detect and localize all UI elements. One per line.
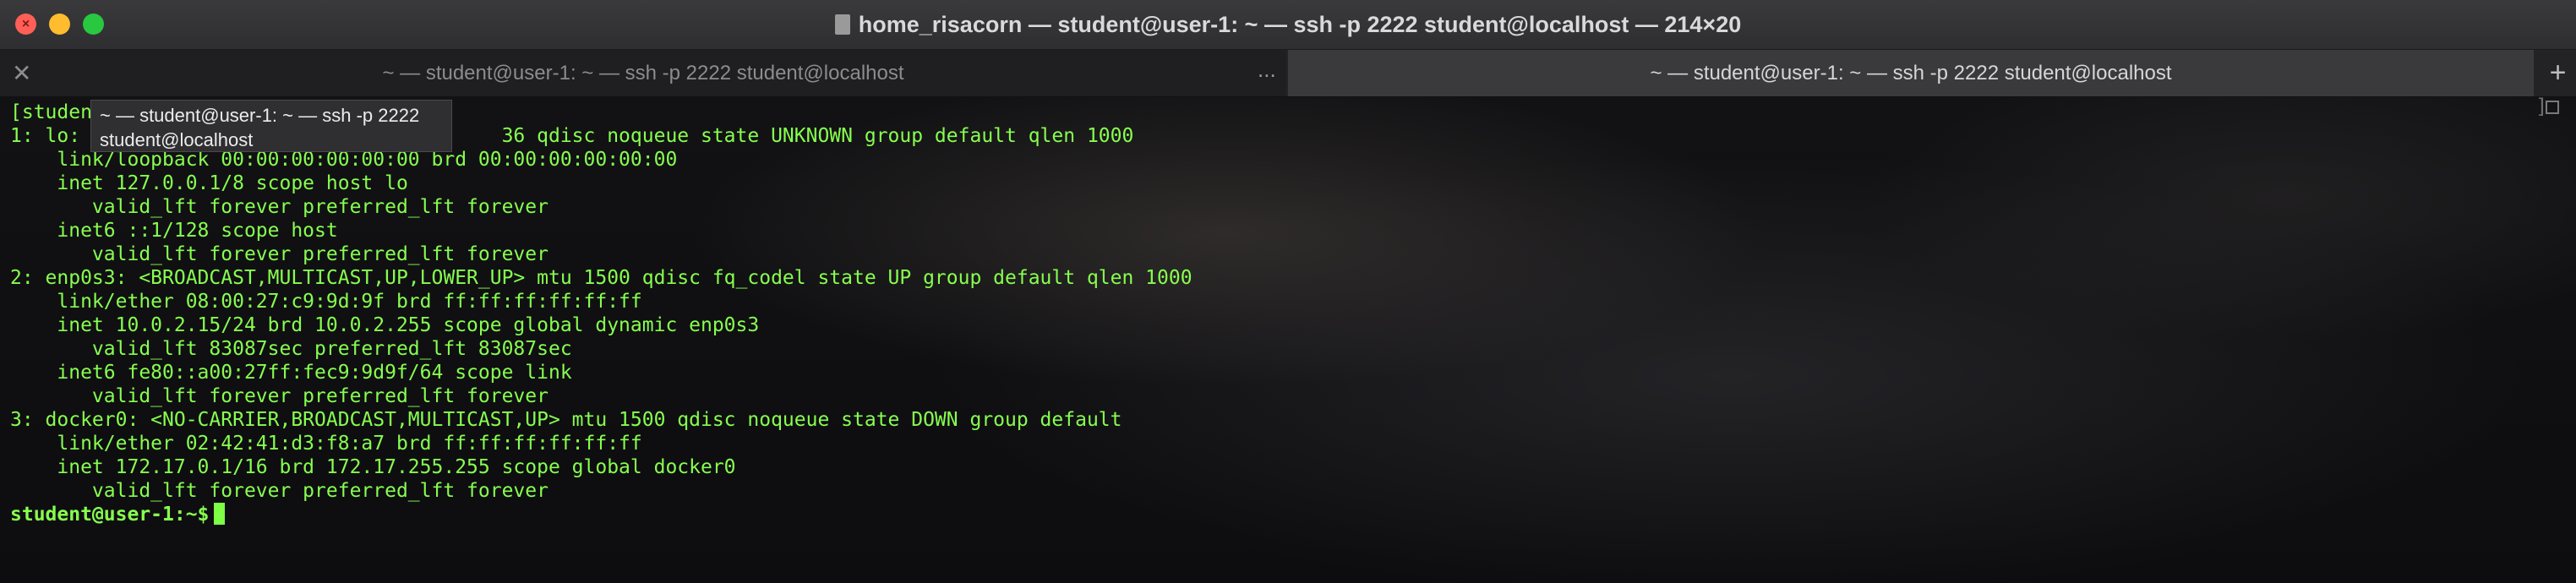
terminal-line: valid_lft forever preferred_lft forever [10, 480, 548, 502]
shell-prompt: student@user-1:~$ [10, 504, 210, 526]
tab-overflow-icon[interactable]: ... [1258, 46, 1276, 93]
tab-label: ~ — student@user-1: ~ — ssh -p 2222 stud… [1650, 62, 2172, 84]
tab-2[interactable]: ~ — student@user-1: ~ — ssh -p 2222 stud… [1288, 50, 2534, 96]
terminal-line: 3: docker0: <NO-CARRIER,BROADCAST,MULTIC… [10, 409, 1122, 431]
tab-label: ~ — student@user-1: ~ — ssh -p 2222 stud… [382, 62, 904, 84]
terminal-line: valid_lft forever preferred_lft forever [10, 196, 548, 218]
title-bar: × home_risacorn — student@user-1: ~ — ss… [0, 0, 2576, 50]
terminal-line: link/ether 08:00:27:c9:9d:9f brd ff:ff:f… [10, 291, 642, 313]
terminal-line: inet 127.0.0.1/8 scope host lo [10, 172, 408, 194]
terminal-text: [student 1: lo: 36 qdisc noqueue state U… [10, 101, 1192, 526]
tab-tooltip: ~ — student@user-1: ~ — ssh -p 2222 stud… [90, 100, 452, 152]
tab-bar: ✕ ~ — student@user-1: ~ — ssh -p 2222 st… [0, 50, 2576, 97]
document-icon [834, 14, 850, 35]
text-cursor [214, 503, 226, 525]
terminal-line: inet6 ::1/128 scope host [10, 220, 338, 242]
tab-1[interactable]: ✕ ~ — student@user-1: ~ — ssh -p 2222 st… [0, 50, 1286, 96]
add-tab-icon[interactable]: + [2540, 50, 2576, 96]
tab-close-icon[interactable]: ✕ [12, 50, 31, 96]
terminal-line: 2: enp0s3: <BROADCAST,MULTICAST,UP,LOWER… [10, 267, 1192, 289]
tooltip-line-1: ~ — student@user-1: ~ — ssh -p 2222 [100, 105, 420, 126]
terminal-line: inet 10.0.2.15/24 brd 10.0.2.255 scope g… [10, 314, 760, 336]
window-title: home_risacorn — student@user-1: ~ — ssh … [0, 0, 2576, 49]
terminal-line: inet 172.17.0.1/16 brd 172.17.255.255 sc… [10, 456, 736, 478]
terminal-output[interactable]: [student 1: lo: 36 qdisc noqueue state U… [0, 97, 2576, 583]
scroll-marker-icon[interactable] [2546, 101, 2559, 114]
tooltip-line-2: student@localhost [100, 129, 254, 150]
terminal-line: inet6 fe80::a00:27ff:fec9:9d9f/64 scope … [10, 362, 572, 384]
terminal-line: valid_lft 83087sec preferred_lft 83087se… [10, 338, 572, 360]
window-title-text: home_risacorn — student@user-1: ~ — ssh … [858, 12, 1742, 37]
terminal-line: valid_lft forever preferred_lft forever [10, 243, 548, 265]
terminal-line: link/ether 02:42:41:d3:f8:a7 brd ff:ff:f… [10, 433, 642, 455]
terminal-line: valid_lft forever preferred_lft forever [10, 385, 548, 407]
